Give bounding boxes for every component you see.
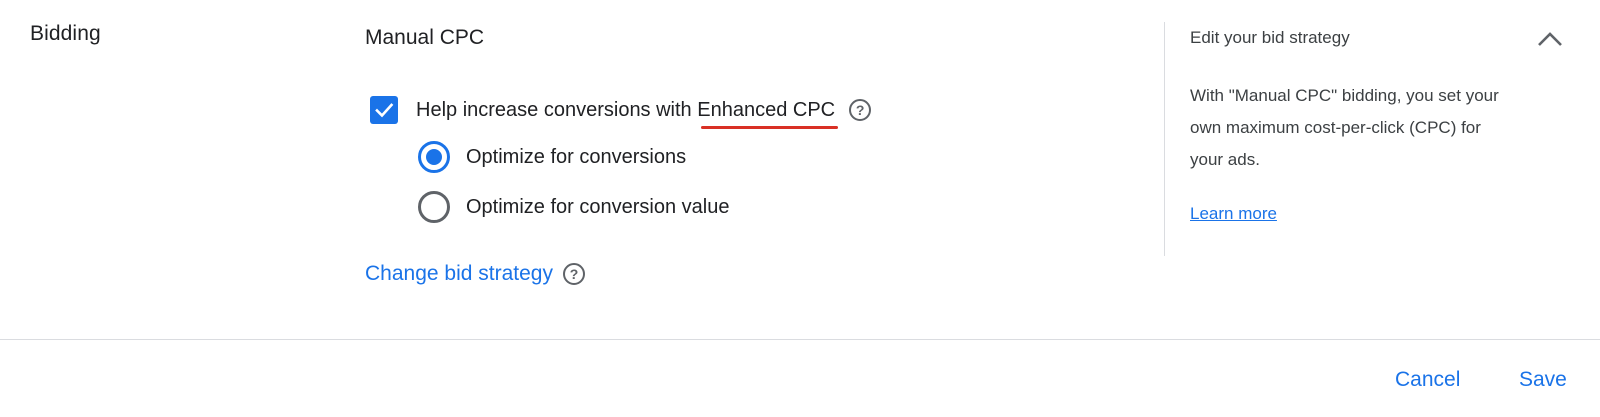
bidding-settings-card: Bidding Manual CPC Help increase convers… bbox=[0, 0, 1600, 417]
enhanced-cpc-label-prefix: Help increase conversions with bbox=[416, 98, 698, 121]
help-icon[interactable]: ? bbox=[849, 99, 872, 121]
checkmark-icon bbox=[375, 103, 394, 118]
radio-label: Optimize for conversion value bbox=[466, 195, 730, 218]
help-icon[interactable]: ? bbox=[562, 263, 585, 285]
enhanced-cpc-checkbox[interactable] bbox=[370, 96, 398, 124]
learn-more-link[interactable]: Learn more bbox=[1190, 204, 1277, 224]
section-title: Bidding bbox=[30, 22, 101, 45]
change-bid-strategy: Change bid strategy ? bbox=[365, 262, 585, 286]
radio-optimize-conversions[interactable]: Optimize for conversions bbox=[418, 141, 686, 173]
cancel-button[interactable]: Cancel bbox=[1395, 368, 1460, 392]
save-button[interactable]: Save bbox=[1519, 368, 1567, 392]
radio-unselected-icon[interactable] bbox=[418, 191, 450, 223]
panel-divider bbox=[1164, 22, 1165, 256]
bid-strategy-name: Manual CPC bbox=[365, 26, 485, 49]
enhanced-cpc-option: Help increase conversions with Enhanced … bbox=[370, 96, 872, 129]
footer-divider bbox=[0, 339, 1600, 340]
radio-selected-icon[interactable] bbox=[418, 141, 450, 173]
change-bid-strategy-link[interactable]: Change bid strategy bbox=[365, 262, 553, 286]
radio-label: Optimize for conversions bbox=[466, 145, 687, 168]
help-panel-body: With "Manual CPC" bidding, you set your … bbox=[1190, 86, 1499, 169]
chevron-up-icon[interactable] bbox=[1535, 28, 1565, 50]
help-panel-title: Edit your bid strategy bbox=[1190, 28, 1350, 47]
radio-optimize-conversion-value[interactable]: Optimize for conversion value bbox=[418, 191, 729, 223]
enhanced-cpc-label: Help increase conversions with Enhanced … bbox=[416, 98, 838, 129]
enhanced-cpc-highlight: Enhanced CPC bbox=[697, 98, 838, 129]
